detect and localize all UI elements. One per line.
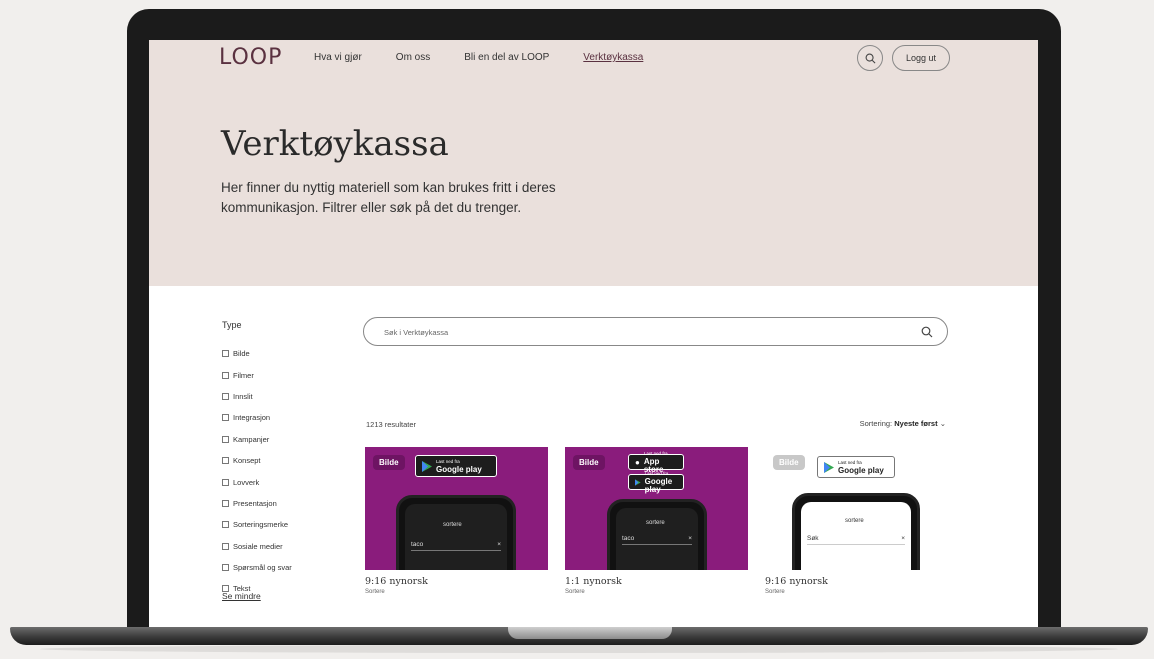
app-header: sortere xyxy=(646,520,665,526)
checkbox[interactable] xyxy=(222,414,229,422)
app-search: taco × xyxy=(411,538,501,551)
type-badge: Bilde xyxy=(573,455,605,470)
checkbox[interactable] xyxy=(222,478,229,486)
google-play-badge: Last ned fra Google play xyxy=(415,455,497,477)
filter-presentasjon[interactable]: Presentasjon xyxy=(222,493,292,514)
checkbox[interactable] xyxy=(222,435,229,443)
result-card[interactable]: Bilde Last ned fra Google play sortere Sø… xyxy=(765,447,948,595)
sort-dropdown[interactable]: Sortering: Nyeste først ⌄ xyxy=(860,419,946,428)
checkbox[interactable] xyxy=(222,499,229,507)
phone-mockup: sortere taco × xyxy=(607,499,707,570)
close-icon: × xyxy=(901,534,905,542)
card-title[interactable]: 9:16 nynorsk xyxy=(365,576,548,587)
checkbox[interactable] xyxy=(222,542,229,550)
card-title[interactable]: 1:1 nynorsk xyxy=(565,576,748,587)
checkbox[interactable] xyxy=(222,371,229,379)
nav-bli-en-del[interactable]: Bli en del av LOOP xyxy=(464,52,549,63)
checkbox[interactable] xyxy=(222,457,229,465)
filter-filmer[interactable]: Filmer xyxy=(222,364,292,385)
google-play-icon xyxy=(422,460,432,472)
google-play-icon xyxy=(635,478,641,486)
card-subtitle: Sortere xyxy=(365,589,385,595)
card-title[interactable]: 9:16 nynorsk xyxy=(765,576,948,587)
browser-viewport: LOOP Hva vi gjør Om oss Bli en del av LO… xyxy=(149,40,1038,632)
filter-kampanjer[interactable]: Kampanjer xyxy=(222,429,292,450)
loop-logo[interactable]: LOOP xyxy=(219,45,282,70)
sort-label: Sortering: xyxy=(859,419,893,428)
phone-mockup: sortere Søk × xyxy=(792,493,920,570)
checkbox[interactable] xyxy=(222,521,229,529)
result-card[interactable]: Bilde ● Last ned fra App store Last ned f… xyxy=(565,447,748,595)
phone-mockup: sortere taco × xyxy=(396,495,516,570)
sort-value: Nyeste først xyxy=(894,419,938,428)
close-icon: × xyxy=(497,540,501,548)
page-description: Her finner du nyttig materiell som kan b… xyxy=(221,180,556,215)
filter-bilde[interactable]: Bilde xyxy=(222,343,292,364)
see-less-link[interactable]: Se mindre xyxy=(222,591,261,601)
filter-sorteringsmerke[interactable]: Sorteringsmerke xyxy=(222,514,292,535)
result-card[interactable]: Bilde Last ned fra Google play sortere ta… xyxy=(365,447,548,595)
type-badge: Bilde xyxy=(373,455,405,470)
app-search: Søk × xyxy=(807,532,905,545)
filter-sosiale-medier[interactable]: Sosiale medier xyxy=(222,536,292,557)
search-input[interactable] xyxy=(382,318,906,347)
laptop-notch xyxy=(508,627,672,639)
close-icon: × xyxy=(688,534,692,542)
header-search-button[interactable] xyxy=(857,45,883,71)
app-header: sortere xyxy=(845,518,864,524)
filter-integrasjon[interactable]: Integrasjon xyxy=(222,407,292,428)
filter-heading: Type xyxy=(222,320,242,330)
filter-innslit[interactable]: Innslit xyxy=(222,386,292,407)
logout-button[interactable]: Logg ut xyxy=(892,45,950,71)
checkbox[interactable] xyxy=(222,392,229,400)
filter-lovverk[interactable]: Lovverk xyxy=(222,471,292,492)
result-count: 1213 resultater xyxy=(366,420,417,429)
search-bar xyxy=(363,317,948,347)
checkbox[interactable] xyxy=(222,350,229,358)
nav-om-oss[interactable]: Om oss xyxy=(396,52,430,63)
app-header: sortere xyxy=(443,522,462,528)
filter-list: Bilde Filmer Innslit Integrasjon Kampanj… xyxy=(222,343,292,600)
chevron-down-icon: ⌄ xyxy=(939,419,946,428)
nav-hva-vi-gjor[interactable]: Hva vi gjør xyxy=(314,52,362,63)
main-nav: Hva vi gjør Om oss Bli en del av LOOP Ve… xyxy=(314,52,677,63)
page-title: Verktøykassa xyxy=(221,124,449,164)
checkbox[interactable] xyxy=(222,564,229,572)
card-subtitle: Sortere xyxy=(565,589,585,595)
hero-section: LOOP Hva vi gjør Om oss Bli en del av LO… xyxy=(149,40,1038,286)
search-icon xyxy=(921,326,933,338)
nav-verktoykassa[interactable]: Verktøykassa xyxy=(583,52,643,63)
google-play-icon xyxy=(824,461,834,473)
card-thumbnail[interactable]: Bilde Last ned fra Google play sortere ta… xyxy=(365,447,548,570)
search-submit-button[interactable] xyxy=(921,325,933,343)
filter-sporsmal-og-svar[interactable]: Spørsmål og svar xyxy=(222,557,292,578)
apple-icon: ● xyxy=(635,457,640,467)
card-thumbnail[interactable]: Bilde Last ned fra Google play sortere Sø… xyxy=(765,447,948,570)
laptop-shadow xyxy=(40,645,1118,653)
search-icon xyxy=(865,53,875,63)
card-subtitle: Sortere xyxy=(765,589,785,595)
google-play-badge: Last ned fra Google play xyxy=(817,456,895,478)
type-badge: Bilde xyxy=(773,455,805,470)
filter-konsept[interactable]: Konsept xyxy=(222,450,292,471)
card-thumbnail[interactable]: Bilde ● Last ned fra App store Last ned f… xyxy=(565,447,748,570)
app-search: taco × xyxy=(622,532,692,545)
app-store-badge: ● Last ned fra App store xyxy=(628,451,684,474)
google-play-badge: Last ned fra Google play xyxy=(628,471,684,494)
